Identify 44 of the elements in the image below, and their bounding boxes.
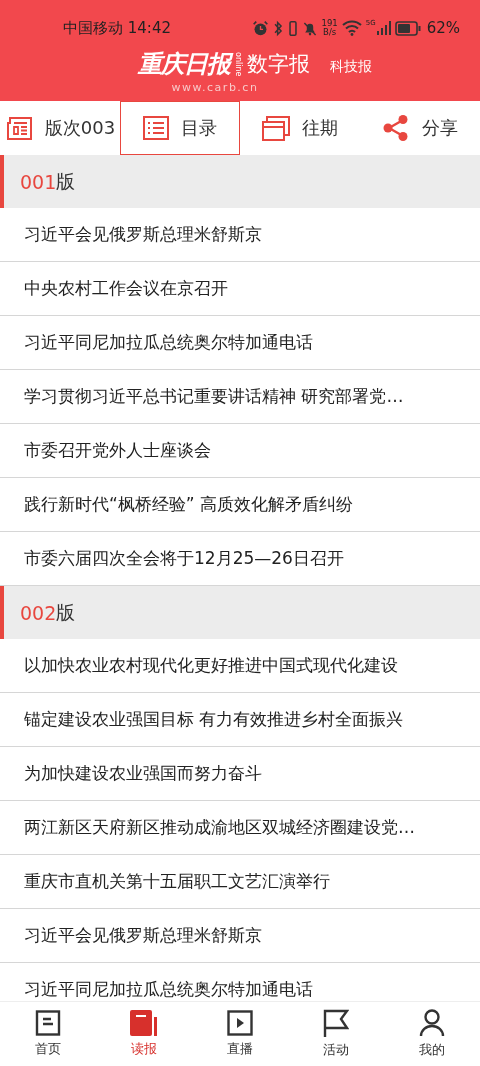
carrier-time: 中国移动 14:42	[63, 18, 171, 38]
list-icon	[143, 116, 169, 140]
article-title[interactable]: 习近平同尼加拉瓜总统奥尔特加通电话	[0, 316, 480, 370]
book-icon	[130, 1010, 158, 1036]
signal-icon	[376, 21, 391, 35]
page-suffix: 版	[56, 599, 76, 625]
nav-tab[interactable]: 直播	[192, 1002, 288, 1066]
bluetooth-icon	[272, 19, 284, 37]
article-title[interactable]: 习近平会见俄罗斯总理米舒斯京	[0, 208, 480, 262]
windows-icon	[262, 115, 290, 141]
user-icon	[419, 1009, 445, 1037]
battery-level: 62%	[426, 19, 460, 37]
page-number: 002	[20, 601, 57, 624]
site-url: www.carb.cn	[171, 81, 259, 94]
alarm-icon	[251, 19, 269, 37]
wifi-icon	[341, 20, 362, 36]
network-speed: 191 B/s	[321, 19, 338, 37]
edition-name: 科技报	[330, 58, 372, 76]
article-title[interactable]: 学习贯彻习近平总书记重要讲话精神 研究部署党…	[0, 370, 480, 424]
nav-tab[interactable]: 我的	[384, 1002, 480, 1066]
flag-icon	[323, 1009, 349, 1037]
article-title[interactable]: 两江新区天府新区推动成渝地区双城经济圈建设党…	[0, 801, 480, 855]
article-title[interactable]: 以加快农业农村现代化更好推进中国式现代化建设	[0, 639, 480, 693]
article-title[interactable]: 为加快建设农业强国而努力奋斗	[0, 747, 480, 801]
share-icon	[382, 114, 410, 142]
nav-tab[interactable]: 读报	[96, 1002, 192, 1066]
page-number: 001	[20, 170, 57, 193]
app-name: 数字报	[247, 51, 310, 78]
nav-tab[interactable]: 首页	[0, 1002, 96, 1066]
toolbar-tab[interactable]: 目录	[120, 101, 240, 155]
document-icon	[35, 1010, 61, 1036]
article-title[interactable]: 市委召开党外人士座谈会	[0, 424, 480, 478]
article-title[interactable]: 习近平会见俄罗斯总理米舒斯京	[0, 909, 480, 963]
article-title[interactable]: 中央农村工作会议在京召开	[0, 262, 480, 316]
nav-tab[interactable]: 活动	[288, 1002, 384, 1066]
logo-tag: online	[234, 51, 243, 77]
play-icon	[227, 1010, 253, 1036]
article-title[interactable]: 重庆市直机关第十五届职工文艺汇演举行	[0, 855, 480, 909]
article-title[interactable]: 锚定建设农业强国目标 有力有效推进乡村全面振兴	[0, 693, 480, 747]
vibrate-icon	[287, 19, 298, 37]
battery-icon	[394, 20, 421, 36]
article-title[interactable]: 践行新时代“枫桥经验” 高质效化解矛盾纠纷	[0, 478, 480, 532]
page-suffix: 版	[56, 168, 76, 194]
newspaper-icon	[4, 115, 33, 141]
